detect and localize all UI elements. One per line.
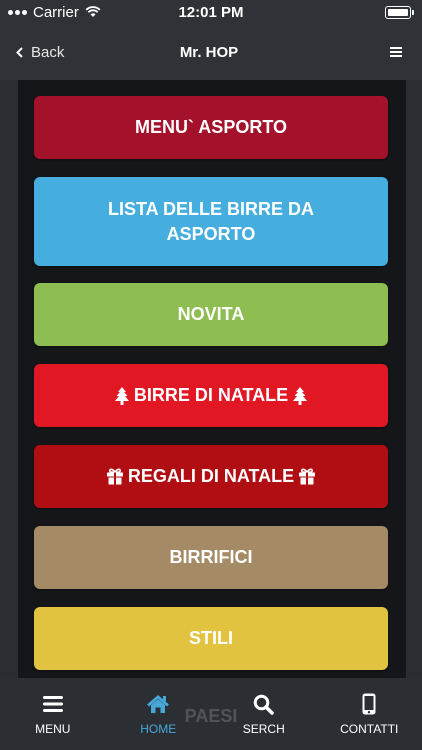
hamburger-menu-button[interactable] (282, 45, 422, 59)
menu-asporto-label: MENU` ASPORTO (134, 117, 287, 137)
lista-birre-asporto-button[interactable]: LISTA DELLE BIRRE DA ASPORTO (34, 177, 388, 266)
signal-icon (8, 9, 27, 15)
wifi-icon (85, 6, 101, 17)
gift-icon (106, 468, 123, 485)
battery-icon (385, 5, 414, 19)
page-title: Mr. HOP (179, 43, 239, 61)
menu-asporto-button[interactable]: MENU` ASPORTO (34, 96, 388, 159)
hamburger-icon (390, 45, 402, 59)
status-bar: Carrier 12:01 PM (0, 0, 422, 24)
birrifici-button[interactable]: BIRRIFICI (34, 526, 388, 589)
gift-icon (299, 468, 316, 485)
regali-di-natale-label: REGALI DI NATALE (127, 466, 295, 486)
back-label: Back (31, 43, 65, 61)
status-right (264, 5, 422, 19)
tab-bar: PAESI MENU HOME SERCH CONTATTI (0, 678, 422, 750)
paesi-peek-label: PAESI (184, 706, 238, 726)
regali-di-natale-button[interactable]: REGALI DI NATALE (34, 445, 388, 508)
stili-button[interactable]: STILI (34, 607, 388, 670)
birre-di-natale-button[interactable]: BIRRE DI NATALE (34, 364, 388, 427)
navigation-bar: Back Mr. HOP (0, 24, 422, 80)
birrifici-label: BIRRIFICI (169, 547, 253, 567)
back-button[interactable]: Back (0, 44, 136, 61)
carrier-label: Carrier (33, 3, 79, 21)
content-frame: MENU` ASPORTO LISTA DELLE BIRRE DA ASPOR… (18, 80, 406, 678)
tree-icon (293, 386, 308, 405)
status-time: 12:01 PM (178, 3, 244, 21)
chevron-left-icon (16, 46, 23, 58)
novita-label: NOVITA (177, 304, 245, 324)
stili-label: STILI (189, 628, 233, 648)
status-left: Carrier (0, 4, 158, 21)
novita-button[interactable]: NOVITA (34, 283, 388, 346)
lista-birre-asporto-label: LISTA DELLE BIRRE DA ASPORTO (108, 198, 314, 244)
birre-di-natale-label: BIRRE DI NATALE (133, 385, 289, 405)
tree-icon (114, 386, 129, 405)
